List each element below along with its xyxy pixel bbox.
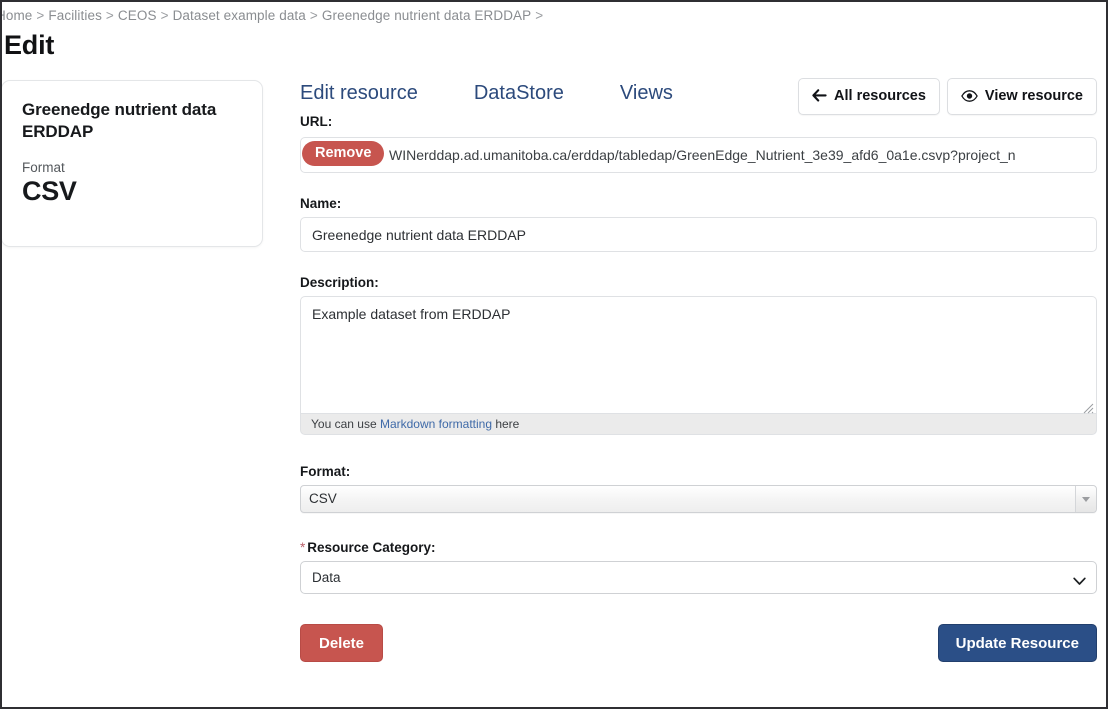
format-dropdown-arrow-button[interactable] (1075, 486, 1096, 512)
breadcrumb-item-home[interactable]: Home (2, 8, 32, 23)
resource-name-heading: Greenedge nutrient data ERDDAP (22, 100, 217, 142)
eye-icon (961, 81, 978, 116)
arrow-left-icon (812, 81, 827, 116)
breadcrumb-separator-trailing: > (535, 8, 544, 23)
remove-url-button[interactable]: Remove (302, 141, 385, 166)
view-resource-label: View resource (984, 88, 1083, 104)
resource-summary-card: Greenedge nutrient data ERDDAP Format CS… (2, 80, 263, 247)
header-button-group: All resources View resource (791, 78, 1097, 115)
breadcrumb-item-facilities[interactable]: Facilities (48, 8, 102, 23)
main-content: Edit resource DataStore Views All resource… (300, 78, 1097, 664)
breadcrumb-separator: > (36, 8, 45, 23)
markdown-help: You can use Markdown formatting here (300, 413, 1097, 435)
breadcrumb-separator: > (105, 8, 114, 23)
url-label: URL: (300, 114, 333, 129)
url-field[interactable]: Remove WINerddap.ad.umanitoba.ca/erddap/… (300, 137, 1097, 173)
caret-down-icon (1082, 497, 1090, 502)
breadcrumb-separator: > (160, 8, 169, 23)
all-resources-button[interactable]: All resources (798, 78, 940, 115)
markdown-formatting-link[interactable]: Markdown formatting (380, 417, 492, 431)
breadcrumb-item-ceos[interactable]: CEOS (118, 8, 157, 23)
chevron-down-icon (1073, 573, 1086, 591)
page-title: Edit (4, 30, 55, 60)
resource-category-select[interactable]: Data (300, 561, 1097, 594)
markdown-help-prefix: You can use (311, 417, 380, 431)
update-resource-button[interactable]: Update Resource (937, 624, 1097, 662)
name-input[interactable] (300, 217, 1097, 252)
breadcrumb: Home>Facilities>CEOS>Dataset example dat… (2, 8, 1096, 23)
all-resources-label: All resources (834, 88, 926, 104)
description-label: Description: (300, 275, 379, 290)
breadcrumb-item-dataset[interactable]: Dataset example data (173, 8, 306, 23)
view-resource-button[interactable]: View resource (946, 78, 1097, 116)
breadcrumb-separator: > (309, 8, 318, 23)
resource-category-label: * Resource Category: (300, 540, 1097, 555)
format-field-label: Format: (300, 464, 351, 479)
form-actions: Delete Update Resource (300, 624, 1097, 664)
format-selected-value: CSV (309, 491, 337, 506)
format-select[interactable]: CSV (300, 485, 1097, 513)
format-value: CSV (22, 175, 77, 206)
resource-category-value: Data (312, 570, 341, 585)
tab-datastore[interactable]: DataStore (474, 80, 564, 106)
tab-views[interactable]: Views (620, 80, 673, 106)
delete-button[interactable]: Delete (300, 624, 384, 662)
format-label: Format (22, 159, 65, 175)
browser-viewport: Home>Facilities>CEOS>Dataset example dat… (0, 0, 1108, 709)
description-textarea[interactable] (300, 296, 1097, 413)
name-label: Name: (300, 196, 342, 211)
breadcrumb-item-resource[interactable]: Greenedge nutrient data ERDDAP (322, 8, 531, 23)
tab-bar: Edit resource DataStore Views All resource… (300, 78, 1097, 115)
url-value: WINerddap.ad.umanitoba.ca/erddap/tableda… (389, 147, 1016, 163)
tab-edit-resource[interactable]: Edit resource (300, 80, 418, 106)
markdown-help-suffix: here (492, 417, 520, 431)
description-wrapper: You can use Markdown formatting here (300, 296, 1097, 435)
required-asterisk: * (300, 540, 306, 555)
resource-category-label-text: Resource Category: (307, 540, 436, 555)
